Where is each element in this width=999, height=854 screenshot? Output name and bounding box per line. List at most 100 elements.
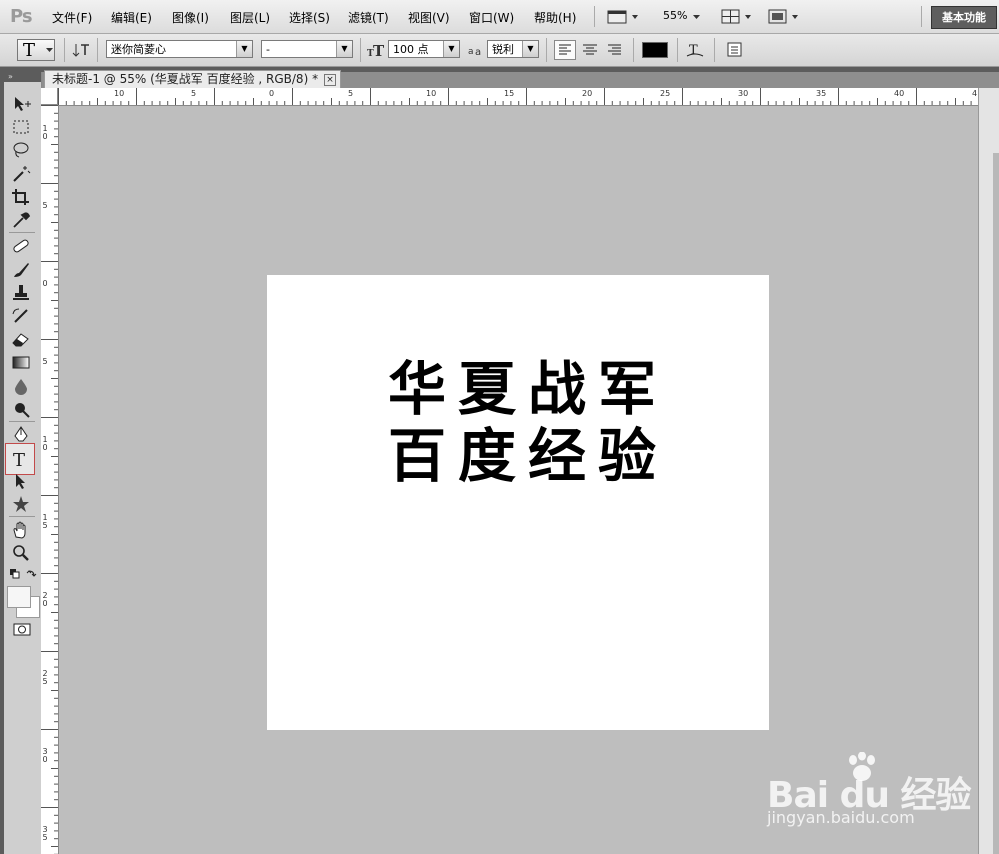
arrange-documents-icon[interactable] — [721, 9, 755, 24]
options-separator — [360, 38, 361, 62]
scrollbar-thumb[interactable] — [993, 153, 999, 854]
gradient-icon[interactable] — [10, 352, 32, 372]
ruler-label: 5 — [42, 201, 48, 210]
blur-icon[interactable] — [10, 376, 32, 396]
toggle-text-orientation-icon[interactable] — [72, 42, 90, 58]
brush-icon[interactable] — [10, 260, 32, 280]
launch-bridge-icon[interactable] — [607, 9, 641, 24]
font-style-value: - — [266, 43, 270, 56]
ruler-label: 2 0 — [42, 591, 48, 608]
font-size-icon: T T — [367, 42, 385, 58]
ruler-label: 2 5 — [42, 669, 48, 686]
font-style-select[interactable]: - ▼ — [261, 40, 353, 58]
ruler-label: 5 — [42, 357, 48, 366]
ruler-label: 20 — [582, 89, 593, 98]
chevron-down-icon: ▼ — [522, 41, 538, 57]
document-tab[interactable]: 未标题-1 @ 55% (华夏战军 百度经验 , RGB/8) * × — [44, 70, 342, 88]
character-panel-icon[interactable] — [726, 41, 744, 59]
rectangular-marquee-icon[interactable] — [10, 117, 32, 137]
type-tool-icon: T — [23, 40, 36, 61]
svg-text:T: T — [373, 42, 385, 58]
custom-shape-icon[interactable] — [10, 494, 32, 514]
collapse-toolbox-icon[interactable]: » — [4, 72, 41, 82]
menu-help[interactable]: 帮助(H) — [534, 9, 576, 26]
eraser-icon[interactable] — [10, 329, 32, 349]
svg-text:T: T — [689, 43, 698, 58]
options-separator — [714, 38, 715, 62]
ruler-label: 0 — [269, 89, 275, 98]
foreground-color-swatch[interactable] — [7, 586, 31, 608]
chevron-down-icon — [46, 48, 53, 52]
menu-window[interactable]: 窗口(W) — [469, 9, 514, 26]
ruler-label: 4 — [972, 89, 978, 98]
ruler-label: 10 — [114, 89, 125, 98]
document-tab-title: 未标题-1 @ 55% (华夏战军 百度经验 , RGB/8) * — [52, 72, 319, 86]
zoom-level[interactable]: 55% — [663, 9, 687, 22]
crop-icon[interactable] — [10, 187, 32, 207]
chevron-down-icon: ▼ — [336, 41, 352, 57]
quick-mask-icon[interactable] — [12, 622, 34, 638]
align-right-icon[interactable] — [604, 41, 624, 59]
watermark-url: jingyan.baidu.com — [767, 808, 915, 827]
menu-filter[interactable]: 滤镜(T) — [348, 9, 389, 26]
menu-image[interactable]: 图像(I) — [172, 9, 209, 26]
font-size-select[interactable]: 100 点 ▼ — [388, 40, 460, 58]
hand-icon[interactable] — [10, 520, 32, 540]
font-family-select[interactable]: 迷你简菱心 ▼ — [106, 40, 253, 58]
spot-healing-brush-icon[interactable] — [10, 236, 32, 256]
zoom-dropdown-icon[interactable] — [691, 9, 703, 24]
anti-aliasing-icon: a a — [468, 47, 481, 57]
history-brush-icon[interactable] — [10, 306, 32, 326]
clone-stamp-icon[interactable] — [10, 283, 32, 303]
vertical-ruler: 1 0 5 0 5 1 0 1 5 2 0 2 5 3 0 3 5 — [41, 105, 59, 854]
ruler-label: 15 — [504, 89, 515, 98]
pen-icon[interactable] — [10, 425, 32, 445]
zoom-icon[interactable] — [10, 543, 32, 563]
workspace-switcher-button[interactable]: 基本功能 — [931, 6, 997, 29]
horizontal-ruler: 10 5 0 5 10 15 20 25 30 35 40 4 — [58, 88, 978, 106]
align-left-button[interactable] — [554, 40, 576, 60]
ruler-label: 5 — [348, 89, 354, 98]
options-separator — [64, 38, 65, 62]
path-selection-icon[interactable] — [10, 471, 32, 491]
eyedropper-icon[interactable] — [10, 210, 32, 230]
tool-preset-picker[interactable]: T — [17, 39, 55, 61]
dodge-icon[interactable] — [10, 399, 32, 419]
ruler-label: 30 — [738, 89, 749, 98]
magic-wand-icon[interactable] — [10, 164, 32, 184]
align-center-icon[interactable] — [580, 41, 600, 59]
close-icon[interactable]: × — [324, 73, 337, 86]
svg-text:T: T — [13, 450, 25, 470]
svg-text:a: a — [468, 47, 474, 57]
text-color-swatch[interactable] — [642, 42, 668, 58]
menu-layer[interactable]: 图层(L) — [230, 9, 270, 26]
move-tool-icon[interactable] — [10, 94, 32, 114]
menu-file[interactable]: 文件(F) — [52, 9, 92, 26]
default-colors-icon[interactable] — [9, 568, 37, 582]
ruler-label: 3 5 — [42, 825, 48, 842]
menu-bar: Ps 文件(F) 编辑(E) 图像(I) 图层(L) 选择(S) 滤镜(T) 视… — [0, 0, 999, 34]
vertical-ruler-ticks — [41, 105, 58, 854]
horizontal-type-icon: T — [13, 450, 25, 470]
warp-text-icon[interactable]: T — [685, 41, 705, 59]
ruler-label: 1 5 — [42, 513, 48, 530]
canvas-text-line-1[interactable]: 华夏战军 — [388, 357, 668, 421]
menu-select[interactable]: 选择(S) — [289, 9, 330, 26]
options-separator — [546, 38, 547, 62]
menu-edit[interactable]: 编辑(E) — [111, 9, 152, 26]
document-canvas[interactable]: 华夏战军 百度经验 — [267, 275, 769, 730]
lasso-icon[interactable] — [10, 140, 32, 160]
anti-aliasing-select[interactable]: 锐利 ▼ — [487, 40, 539, 58]
options-separator — [677, 38, 678, 62]
ruler-label: 35 — [816, 89, 827, 98]
align-left-icon — [559, 44, 571, 55]
options-separator — [97, 38, 98, 62]
screen-mode-icon[interactable] — [768, 9, 802, 24]
options-bar: T 迷你简菱心 ▼ - ▼ T T 100 点 ▼ a a 锐利 ▼ T — [0, 34, 999, 67]
ruler-origin[interactable] — [41, 88, 58, 105]
toolbox-separator — [9, 232, 35, 233]
ruler-label: 25 — [660, 89, 671, 98]
font-family-value: 迷你简菱心 — [111, 43, 166, 56]
canvas-text-line-2[interactable]: 百度经验 — [388, 424, 668, 488]
menu-view[interactable]: 视图(V) — [408, 9, 450, 26]
